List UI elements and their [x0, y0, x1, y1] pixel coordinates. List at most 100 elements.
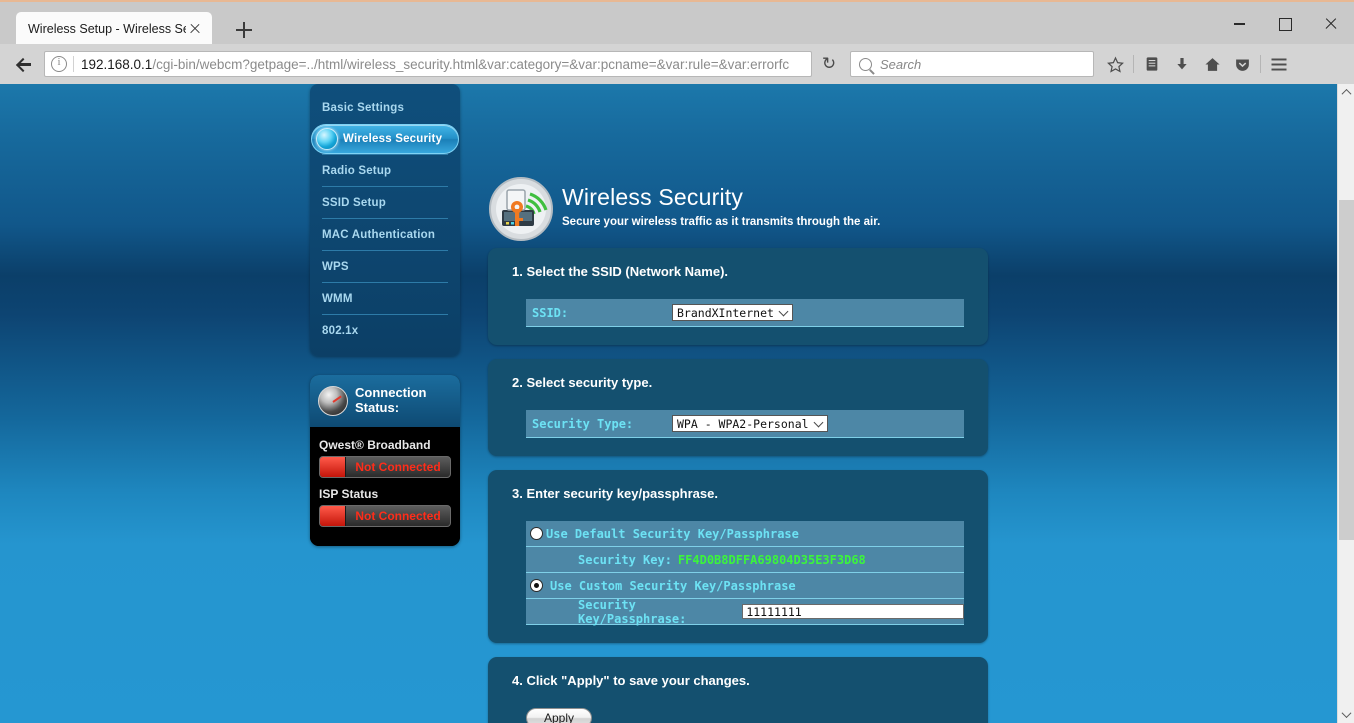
sidebar-item-label: Wireless Security [343, 133, 443, 145]
apply-button[interactable]: Apply [526, 708, 592, 723]
section-title: 1. Select the SSID (Network Name). [512, 264, 729, 279]
toolbar-icons [1100, 49, 1294, 79]
sidebar-item-label: Radio Setup [322, 164, 392, 177]
scroll-down-icon[interactable] [1338, 706, 1354, 723]
security-type-row: Security Type: WPA - WPA2-Personal [526, 410, 964, 438]
connection-status-title: Connection Status: [355, 385, 427, 415]
url-host: 192.168.0.1 [81, 56, 153, 72]
chevron-down-icon [813, 417, 824, 427]
close-icon[interactable] [1308, 2, 1354, 46]
section-title: 3. Enter security key/passphrase. [512, 486, 718, 501]
ssid-section: 1. Select the SSID (Network Name). SSID:… [488, 248, 988, 345]
window-controls [1216, 2, 1354, 46]
status-badge: Not Connected [319, 505, 451, 527]
gauge-icon [318, 386, 348, 416]
scrollbar-thumb[interactable] [1339, 200, 1354, 540]
page-header: Wireless Security Secure your wireless t… [488, 168, 988, 248]
browser-window: Wireless Setup - Wireless Secu... 192.16… [0, 0, 1354, 723]
security-key-rows: Use Default Security Key/Passphrase Secu… [526, 521, 964, 626]
page-title: Wireless Security [562, 184, 744, 210]
use-default-key-label: Use Default Security Key/Passphrase [546, 526, 799, 541]
home-icon[interactable] [1197, 49, 1227, 79]
sidebar-item-wps[interactable]: WPS [322, 250, 448, 282]
toolbar-divider [1133, 55, 1134, 73]
address-bar[interactable]: 192.168.0.1/cgi-bin/webcm?getpage=../htm… [44, 51, 812, 77]
connection-status-panel: Connection Status: Qwest® Broadband Not … [310, 375, 460, 546]
sidebar-item-mac-authentication[interactable]: MAC Authentication [322, 218, 448, 250]
chevron-down-icon [778, 306, 789, 316]
sidebar-item-radio-setup[interactable]: Radio Setup [322, 154, 448, 186]
maximize-icon[interactable] [1262, 2, 1308, 46]
apply-section: 4. Click "Apply" to save your changes. A… [488, 657, 988, 723]
sidebar-item-wmm[interactable]: WMM [322, 282, 448, 314]
library-icon[interactable] [1137, 49, 1167, 79]
minimize-icon[interactable] [1216, 2, 1262, 46]
sidebar-item-802-1x[interactable]: 802.1x [322, 314, 448, 346]
sidebar-item-label: WMM [322, 292, 353, 305]
use-custom-key-row[interactable]: Use Custom Security Key/Passphrase [526, 573, 964, 599]
site-info-icon[interactable] [51, 56, 67, 72]
sidebar-item-label: Basic Settings [322, 102, 405, 114]
custom-key-input[interactable]: 11111111 [742, 604, 964, 619]
pocket-icon[interactable] [1227, 49, 1257, 79]
search-placeholder: Search [880, 56, 922, 72]
connection-status-header: Connection Status: [310, 375, 460, 427]
section-title: 2. Select security type. [512, 375, 653, 390]
search-input[interactable]: Search [850, 51, 1094, 77]
title-bar: Wireless Setup - Wireless Secu... [0, 0, 1354, 46]
router-key-icon [488, 176, 554, 242]
default-key-label: Security Key: [578, 552, 672, 567]
url-path: /cgi-bin/webcm?getpage=../html/wireless_… [152, 56, 790, 72]
download-arrow-icon[interactable] [1167, 49, 1197, 79]
star-icon[interactable] [1100, 49, 1130, 79]
security-type-section: 2. Select security type. Security Type: … [488, 359, 988, 456]
hamburger-menu-icon[interactable] [1264, 49, 1294, 79]
ssid-selected-value: BrandXInternet [677, 305, 774, 320]
status-entry-value: Not Connected [355, 460, 441, 474]
active-indicator-orb-icon [316, 128, 338, 150]
sidebar-nav: Basic Settings Wireless Security Radio S… [310, 84, 460, 356]
status-led-icon [320, 506, 346, 526]
use-default-key-radio[interactable] [530, 527, 543, 540]
tab-close-icon[interactable] [186, 20, 204, 38]
toolbar-divider [1260, 55, 1261, 73]
ssid-select[interactable]: BrandXInternet [672, 304, 793, 321]
url-text: 192.168.0.1/cgi-bin/webcm?getpage=../htm… [81, 57, 805, 72]
use-custom-key-radio[interactable] [530, 579, 543, 592]
use-default-key-row[interactable]: Use Default Security Key/Passphrase [526, 521, 964, 547]
reload-icon[interactable]: ↻ [812, 51, 846, 77]
browser-tab[interactable]: Wireless Setup - Wireless Secu... [16, 12, 212, 46]
sidebar-item-ssid-setup[interactable]: SSID Setup [322, 186, 448, 218]
sidebar-item-label: SSID Setup [322, 196, 386, 209]
sidebar-item-wireless-security[interactable]: Wireless Security [311, 124, 459, 154]
ssid-label: SSID: [532, 305, 569, 320]
sidebar-item-label: WPS [322, 260, 349, 273]
status-entry-label: Qwest® Broadband [319, 438, 431, 452]
connection-status-body: Qwest® Broadband Not Connected ISP Statu… [310, 427, 460, 546]
status-entry-value: Not Connected [355, 509, 441, 523]
use-custom-key-label: Use Custom Security Key/Passphrase [550, 578, 796, 593]
page-subtitle: Secure your wireless traffic as it trans… [562, 216, 881, 228]
ssid-row: SSID: BrandXInternet [526, 299, 964, 327]
security-key-section: 3. Enter security key/passphrase. Use De… [488, 470, 988, 643]
url-divider [73, 56, 74, 72]
main-content: Wireless Security Secure your wireless t… [488, 168, 988, 723]
security-type-label: Security Type: [532, 416, 634, 431]
custom-key-row: Security Key/Passphrase: 11111111 [526, 598, 964, 626]
section-title: 4. Click "Apply" to save your changes. [512, 673, 750, 688]
back-arrow-icon [15, 55, 33, 73]
page-scrollbar[interactable] [1337, 84, 1354, 723]
tab-title: Wireless Setup - Wireless Secu... [28, 22, 186, 36]
back-button[interactable] [8, 48, 40, 80]
sidebar-item-basic-settings[interactable]: Basic Settings [322, 92, 448, 124]
sidebar-item-label: MAC Authentication [322, 228, 436, 241]
default-key-value: FF4D0B8DFFA69804D35E3F3D68 [677, 552, 866, 567]
status-led-icon [320, 457, 346, 477]
security-type-select[interactable]: WPA - WPA2-Personal [672, 415, 828, 432]
scroll-up-icon[interactable] [1338, 84, 1354, 101]
default-key-row: Security Key: FF4D0B8DFFA69804D35E3F3D68 [526, 547, 964, 573]
status-badge: Not Connected [319, 456, 451, 478]
page-header-text: Wireless Security Secure your wireless t… [562, 176, 880, 228]
new-tab-plus-icon[interactable] [232, 18, 256, 42]
status-entry-label: ISP Status [319, 487, 379, 501]
